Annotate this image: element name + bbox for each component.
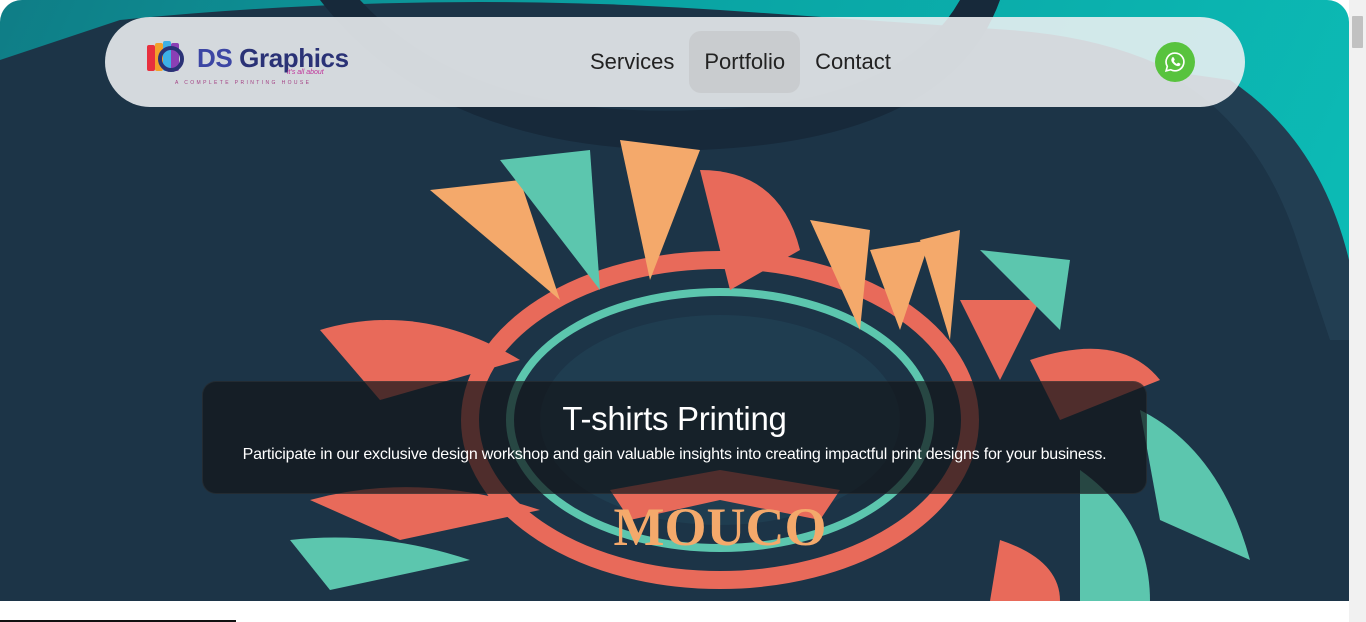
logo-icon [147,41,184,72]
nav-link-portfolio[interactable]: Portfolio [689,31,801,93]
nav-link-contact[interactable]: Contact [800,31,906,93]
hero-description: Participate in our exclusive design work… [242,446,1107,463]
navbar: DS Graphics it's all about A COMPLETE PR… [105,17,1245,107]
brand-script: it's all about [287,69,324,76]
nav-link-services[interactable]: Services [575,31,689,93]
brand-tagline: A COMPLETE PRINTING HOUSE [175,80,312,86]
whatsapp-icon [1164,52,1185,73]
shirt-print-text: MOUCO [614,497,827,557]
whatsapp-button[interactable] [1155,42,1195,82]
page-scrollbar[interactable] [1349,0,1366,622]
brand-logo[interactable]: DS Graphics it's all about A COMPLETE PR… [145,37,349,89]
nav-links: Services Portfolio Contact [575,31,906,93]
hero-caption: T-shirts Printing Participate in our exc… [202,381,1147,494]
brand-name: DS Graphics [197,43,349,74]
scrollbar-thumb[interactable] [1352,16,1363,48]
brand-name-prefix: DS [197,43,233,73]
hero-title: T-shirts Printing [562,400,787,437]
